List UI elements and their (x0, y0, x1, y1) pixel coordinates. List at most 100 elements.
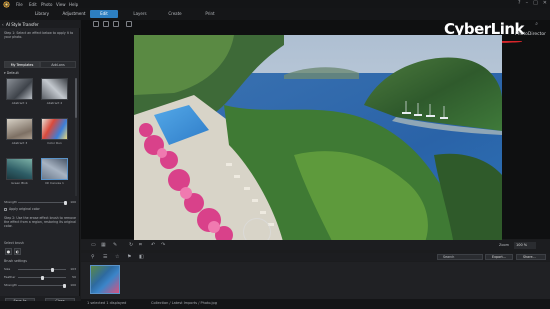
left-status-bar (0, 301, 81, 309)
feather-slider-row: Feather 50 (4, 275, 76, 280)
brush-strength-slider-row: Strength 100 (4, 283, 76, 288)
tab-add-ons[interactable]: Add-ons (40, 61, 76, 68)
help-icon[interactable]: ? (518, 0, 521, 6)
window-controls: ? – □ ✕ (518, 0, 547, 6)
compare-view-icon[interactable] (103, 21, 109, 27)
brush-tool-icon[interactable]: ✎ (113, 242, 119, 248)
menu-help[interactable]: Help (69, 2, 78, 7)
product-name: PhotoDirector (515, 32, 546, 37)
strength-label: Strength (4, 200, 17, 204)
template-label: Oil Canvas 1 (45, 181, 64, 185)
checkbox-icon[interactable] (4, 207, 7, 211)
template-grid: Abstract 1 Abstract 2 Abstract 3 Color R… (6, 78, 72, 196)
undo-icon[interactable]: ↶ (151, 242, 157, 248)
photo-view-area: CyberLink ⌕ PhotoDirector (81, 20, 550, 245)
default-group-header[interactable]: ▾ Default (4, 71, 19, 75)
template-green-blob[interactable] (6, 158, 33, 180)
menu-edit[interactable]: Edit (29, 2, 37, 7)
fullscreen-icon[interactable] (126, 21, 132, 27)
selection-count: 1 selected 1 displayed (87, 301, 127, 305)
template-label: Abstract 3 (11, 141, 28, 145)
feather-label: Feather (4, 275, 16, 279)
tab-my-templates[interactable]: My Templates (4, 61, 40, 68)
maximize-icon[interactable]: □ (533, 0, 538, 6)
slider-knob[interactable] (64, 200, 67, 205)
template-abstract-2[interactable] (41, 78, 68, 100)
template-subtabs: My Templates Add-ons (4, 61, 76, 68)
menu-view[interactable]: View (56, 2, 66, 7)
feather-slider[interactable] (18, 275, 66, 280)
app-logo-icon (3, 1, 10, 8)
single-view-icon[interactable] (93, 21, 99, 27)
apply-original-color-checkbox[interactable]: Apply original color (4, 207, 40, 211)
filmstrip (81, 262, 550, 299)
tab-create[interactable]: Create (161, 10, 189, 18)
redo-icon[interactable]: ↷ (161, 242, 167, 248)
template-scrollbar[interactable] (75, 78, 77, 196)
tab-adjustment[interactable]: Adjustment (58, 10, 90, 18)
star-icon[interactable]: ☆ (115, 254, 121, 260)
tab-print[interactable]: Print (196, 10, 224, 18)
minimize-icon[interactable]: – (526, 0, 529, 6)
menu-photo[interactable]: Photo (41, 2, 52, 7)
size-slider-row: Size 103 (4, 267, 76, 272)
zoom-label: Zoom (499, 242, 510, 247)
close-icon[interactable]: ✕ (543, 0, 547, 6)
step1-instructions: Step 1: Select an effect below to apply … (4, 31, 74, 39)
split-view-icon[interactable] (113, 21, 119, 27)
tab-edit[interactable]: Edit (90, 10, 118, 18)
slider-knob[interactable] (41, 275, 44, 280)
edited-photo[interactable] (134, 35, 502, 245)
step2-instructions: Step 2: Use the erase effect brush to re… (4, 216, 76, 228)
brush-strength-slider[interactable] (18, 283, 67, 288)
filter-icon[interactable]: ⚲ (91, 254, 97, 260)
feather-value: 50 (72, 275, 76, 279)
slider-knob[interactable] (51, 267, 55, 272)
crop-icon[interactable]: ⌗ (139, 242, 145, 248)
library-filter-bar: ⚲ ☰ ☆ ⚑ ◧ Search Export... Share... (81, 253, 550, 261)
size-slider[interactable] (18, 267, 66, 272)
status-bar: 1 selected 1 displayed Collection / Late… (81, 299, 550, 309)
brush-strength-label: Strength (4, 283, 17, 287)
strength-slider[interactable] (18, 200, 67, 205)
share-button[interactable]: Share... (516, 254, 546, 260)
template-abstract-1[interactable] (6, 78, 33, 100)
module-tab-bar: Library Adjustment Edit Layers Create Pr… (0, 8, 550, 20)
template-color-run[interactable] (41, 118, 68, 140)
library-search-input[interactable]: Search (437, 254, 483, 260)
zoom-dropdown[interactable]: 100 % (514, 241, 536, 249)
menu-file[interactable]: File (16, 2, 23, 7)
painted-coastline-image (134, 35, 502, 245)
strength-value: 100 (70, 200, 76, 204)
export-button[interactable]: Export... (485, 254, 513, 260)
file-path: Collection / Latest Imports / Photo.jpg (151, 301, 217, 305)
back-arrow-icon[interactable]: ‹ (2, 22, 4, 27)
brush-selector: ● ◐ (5, 248, 21, 255)
rotate-icon[interactable]: ↻ (129, 242, 135, 248)
select-brush-label: Select brush (4, 241, 24, 245)
strength-slider-row: Strength 100 (4, 200, 76, 205)
template-abstract-3[interactable] (6, 118, 33, 140)
photo-thumbnail[interactable] (90, 265, 120, 294)
brush-settings-label: Brush settings (4, 259, 27, 263)
search-icon[interactable]: ⌕ (535, 21, 538, 27)
brush-strength-value: 100 (70, 283, 76, 287)
grid-icon[interactable]: ▦ (101, 242, 107, 248)
view-bottom-toolbar: ▭ ▦ ✎ ↻ ⌗ ↶ ↷ Zoom 100 % (81, 240, 550, 250)
size-label: Size (4, 267, 11, 271)
view-mode-icon[interactable]: ▭ (91, 242, 97, 248)
template-label: Abstract 1 (11, 101, 28, 105)
eraser-icon[interactable]: ◐ (14, 248, 21, 255)
template-label: Color Run (47, 141, 62, 145)
tag-icon[interactable]: ◧ (139, 254, 145, 260)
panel-title: AI Style Transfer (6, 21, 39, 27)
panel-header: ‹ AI Style Transfer (0, 20, 80, 28)
flag-icon[interactable]: ⚑ (127, 254, 133, 260)
template-oil-canvas-1[interactable] (41, 158, 68, 180)
brush-icon[interactable]: ● (5, 248, 12, 255)
tab-layers[interactable]: Layers (126, 10, 154, 18)
sort-icon[interactable]: ☰ (103, 254, 109, 260)
scrollbar-thumb[interactable] (75, 78, 77, 118)
slider-knob[interactable] (63, 283, 67, 288)
tab-library[interactable]: Library (28, 10, 56, 18)
